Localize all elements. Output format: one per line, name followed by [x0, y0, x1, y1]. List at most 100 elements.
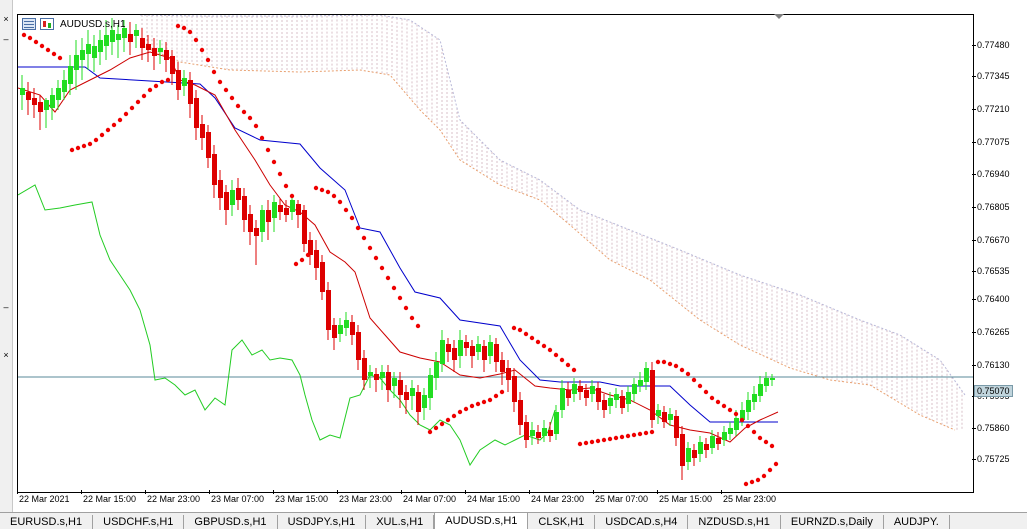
parabolic-sar-dot: [217, 79, 223, 85]
parabolic-sar-dot: [667, 361, 673, 367]
tab-nzdusd-s-h1[interactable]: NZDUSD.s,H1: [688, 515, 781, 529]
chart-header: AUDUSD.s,H1: [22, 16, 126, 32]
candles-icon[interactable]: [40, 18, 54, 30]
bear-candle: [704, 444, 709, 450]
collapse-icon[interactable]: ×: [1, 14, 11, 24]
parabolic-sar-dot: [349, 215, 355, 221]
chart-shift-marker[interactable]: [774, 14, 784, 19]
price-label: 0.77075: [977, 137, 1010, 147]
parabolic-sar-dot: [625, 433, 631, 439]
bull-candle: [344, 320, 349, 328]
parabolic-sar-dot: [475, 401, 481, 407]
time-label: 25 Mar 23:00: [723, 494, 777, 504]
minimize-icon[interactable]: –: [1, 302, 11, 312]
chart-area[interactable]: [17, 14, 974, 493]
price-label: 0.76940: [977, 169, 1010, 179]
bull-candle: [410, 388, 415, 396]
bear-candle: [620, 396, 625, 408]
bear-candle: [266, 210, 271, 222]
parabolic-sar-dot: [187, 29, 193, 35]
parabolic-sar-dot: [415, 323, 421, 329]
parabolic-sar-dot: [755, 477, 761, 483]
parabolic-sar-dot: [643, 430, 649, 436]
parabolic-sar-dot: [685, 371, 691, 377]
time-axis[interactable]: 22 Mar 2021 22 Mar 15:00 22 Mar 23:00 23 Ma…: [17, 490, 974, 506]
bull-candle: [428, 375, 433, 398]
parabolic-sar-dot: [229, 95, 235, 101]
parabolic-sar-dot: [305, 252, 311, 258]
bear-candle: [242, 196, 247, 220]
close-icon[interactable]: ×: [1, 350, 11, 360]
bull-candle: [50, 95, 55, 108]
time-tick: [273, 490, 274, 494]
grid-icon[interactable]: [22, 18, 36, 30]
bear-candle: [446, 344, 451, 352]
price-tick: [972, 240, 976, 241]
parabolic-sar-dot: [709, 395, 715, 401]
parabolic-sar-dot: [367, 245, 373, 251]
price-tick: [972, 271, 976, 272]
bull-candle: [488, 342, 493, 356]
parabolic-sar-dot: [409, 315, 415, 321]
parabolic-sar-dot: [123, 111, 129, 117]
time-tick: [593, 490, 594, 494]
bear-candle: [332, 325, 337, 338]
bear-candle: [254, 228, 259, 236]
parabolic-sar-dot: [271, 159, 277, 165]
tab-eurnzd-s-daily[interactable]: EURNZD.s,Daily: [780, 515, 884, 529]
parabolic-sar-dot: [541, 343, 547, 349]
parabolic-sar-dot: [75, 145, 81, 151]
bear-candle: [170, 56, 175, 74]
chart-canvas[interactable]: [18, 15, 973, 492]
bear-candle: [662, 412, 667, 422]
parabolic-sar-dot: [589, 439, 595, 445]
parabolic-sar-dot: [51, 51, 57, 57]
parabolic-sar-dot: [289, 193, 295, 199]
tab-usdchf-s-h1[interactable]: USDCHF.s,H1: [93, 515, 185, 529]
bull-candle: [686, 448, 691, 462]
parabolic-sar-dot: [481, 399, 487, 405]
parabolic-sar-dot: [523, 331, 529, 337]
bull-candle: [590, 386, 595, 394]
bull-candle: [554, 412, 559, 434]
tab-xul-s-h1[interactable]: XUL.s,H1: [366, 515, 435, 529]
bear-candle: [350, 322, 355, 335]
parabolic-sar-dot: [33, 39, 39, 45]
parabolic-sar-dot: [379, 265, 385, 271]
bear-candle: [188, 80, 193, 104]
time-label: 24 Mar 07:00: [403, 494, 457, 504]
parabolic-sar-dot: [493, 393, 499, 399]
parabolic-sar-dot: [749, 479, 755, 485]
price-axis[interactable]: 0.75070 0.77480 0.77345 0.77210 0.77075 0.76…: [972, 14, 1027, 493]
time-label: 24 Mar 23:00: [531, 494, 585, 504]
bear-candle: [500, 360, 505, 372]
tab-audusd-s-h1[interactable]: AUDUSD.s,H1: [434, 513, 529, 529]
bear-candle: [650, 370, 655, 420]
price-label: 0.76535: [977, 266, 1010, 276]
parabolic-sar-dot: [141, 93, 147, 99]
parabolic-sar-dot: [331, 193, 337, 199]
parabolic-sar-dot: [427, 429, 433, 435]
bull-candle: [74, 55, 79, 70]
parabolic-sar-dot: [265, 147, 271, 153]
bull-candle: [392, 378, 397, 386]
tab-eurusd-s-h1[interactable]: EURUSD.s,H1: [0, 515, 94, 529]
bear-candle: [224, 192, 229, 210]
bear-candle: [218, 180, 223, 198]
time-label: 25 Mar 07:00: [595, 494, 649, 504]
bear-candle: [494, 344, 499, 362]
tab-gbpusd-s-h1[interactable]: GBPUSD.s,H1: [184, 515, 278, 529]
tab-usdjpy-s-h1[interactable]: USDJPY.s,H1: [277, 515, 367, 529]
minimize-icon[interactable]: –: [1, 34, 11, 44]
parabolic-sar-dot: [153, 83, 159, 89]
tab-clsk-h1[interactable]: CLSK,H1: [528, 515, 596, 529]
bear-candle: [398, 380, 403, 395]
bear-candle: [452, 348, 457, 360]
tab-audjpy[interactable]: AUDJPY.: [883, 515, 950, 529]
parabolic-sar-dot: [529, 335, 535, 341]
bear-candle: [314, 250, 319, 268]
time-tick: [721, 490, 722, 494]
time-label: 23 Mar 23:00: [339, 494, 393, 504]
time-label: 22 Mar 2021: [19, 494, 70, 504]
tab-usdcad-s-h4[interactable]: USDCAD.s,H4: [595, 515, 689, 529]
